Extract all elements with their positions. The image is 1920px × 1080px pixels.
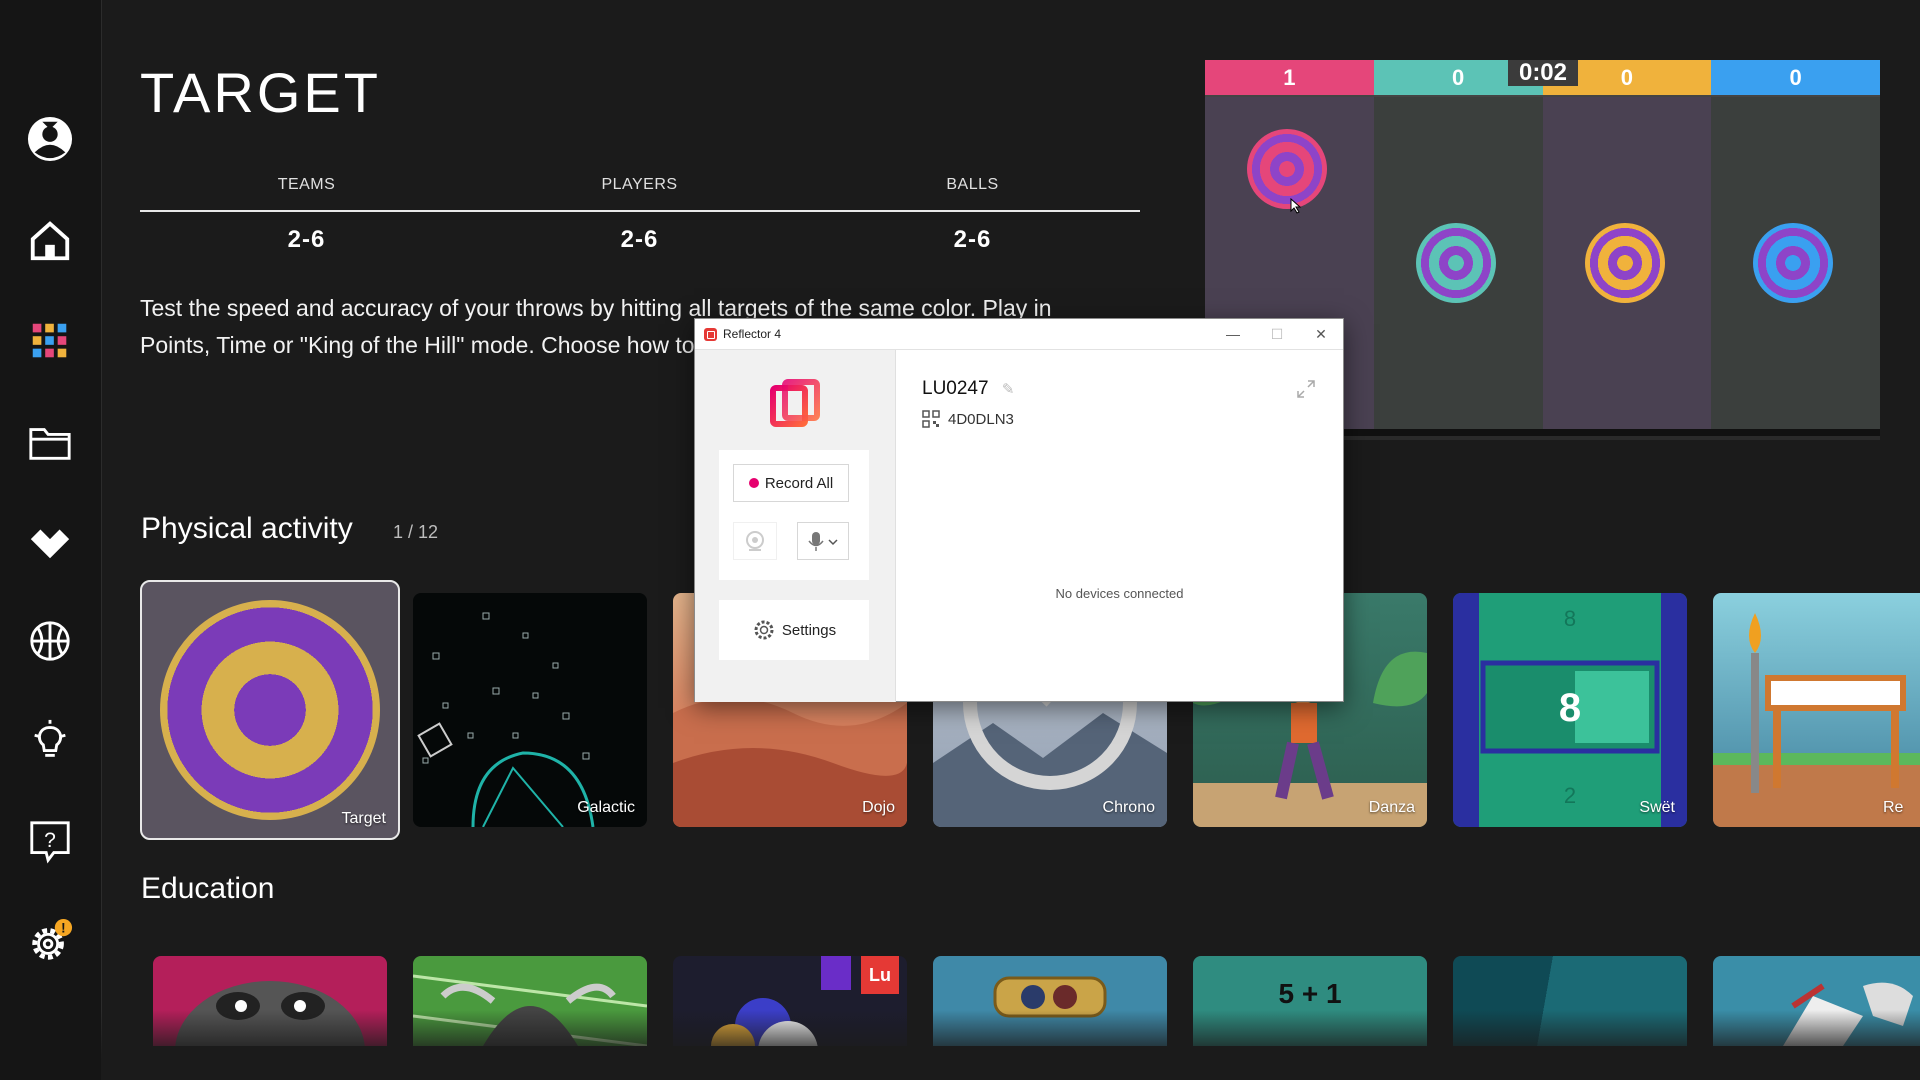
webcam-icon xyxy=(746,531,764,551)
lane-4 xyxy=(1711,97,1880,429)
device-code-row: 4D0DLN3 xyxy=(922,410,1014,428)
torch-thumbnail-icon xyxy=(1713,613,1920,827)
score-bar: 1 0 0 0 0:02 xyxy=(1205,59,1880,95)
qr-code-icon[interactable] xyxy=(922,410,940,428)
game-timer: 0:02 xyxy=(1508,59,1578,86)
no-devices-message: No devices connected xyxy=(1055,586,1184,601)
lane-2 xyxy=(1373,97,1543,429)
galactic-thumbnail-icon xyxy=(417,612,595,827)
minimize-button[interactable]: — xyxy=(1211,319,1255,349)
balls-value: 2-6 xyxy=(953,226,992,253)
ideas-nav-button[interactable] xyxy=(25,716,75,766)
basketball-icon xyxy=(30,621,70,661)
heart-icon xyxy=(30,529,70,559)
gear-icon: ! xyxy=(32,918,73,960)
education-title: Education xyxy=(141,872,275,905)
folder-nav-button[interactable] xyxy=(25,418,75,468)
balls-label: BALLS xyxy=(946,176,999,193)
apps-nav-button[interactable] xyxy=(25,316,75,366)
physical-activity-title: Physical activity xyxy=(141,512,353,545)
tile-label: Danza xyxy=(1368,799,1415,816)
sidebar: ? ! xyxy=(0,0,102,1080)
help-nav-button[interactable]: ? xyxy=(25,816,75,866)
gear-icon xyxy=(754,620,774,640)
profile-nav-button[interactable] xyxy=(25,114,75,164)
teams-label: TEAMS xyxy=(277,176,336,193)
svg-text:!: ! xyxy=(61,920,65,935)
svg-text:8: 8 xyxy=(1564,606,1576,631)
reflector-main: LU0247 ✎ 4D0DLN3 No devices connected xyxy=(896,350,1343,702)
teams-value: 2-6 xyxy=(287,226,326,253)
home-icon xyxy=(30,221,70,261)
game-tile-galactic[interactable]: Galactic xyxy=(413,593,647,827)
mouse-cursor-icon xyxy=(1290,198,1302,214)
svg-text:?: ? xyxy=(44,829,56,852)
math-equation: 5 + 1 xyxy=(1278,978,1342,1009)
reflector-app-icon xyxy=(704,327,717,341)
lane-3 xyxy=(1542,97,1712,429)
team-1-score: 1 xyxy=(1205,60,1374,95)
microphone-dropdown[interactable] xyxy=(797,522,849,560)
game-title: TARGET xyxy=(140,61,381,124)
players-value: 2-6 xyxy=(620,226,659,253)
reflector-sidebar: Record All Settings xyxy=(695,350,896,702)
target-teal xyxy=(1415,223,1496,303)
settings-nav-button[interactable]: ! xyxy=(25,916,75,966)
tile-label: Galactic xyxy=(577,799,635,816)
game-stats: TEAMS PLAYERS BALLS 2-6 2-6 2-6 xyxy=(140,176,1140,254)
svg-text:2: 2 xyxy=(1564,783,1576,808)
camera-button[interactable] xyxy=(733,522,777,560)
device-name: LU0247 ✎ xyxy=(922,378,1015,399)
physical-activity-count: 1 / 12 xyxy=(393,522,439,542)
help-icon: ? xyxy=(30,821,70,864)
reflector-settings-button[interactable]: Settings xyxy=(719,600,869,660)
reflector-logo-icon xyxy=(770,379,820,427)
tile-label: Chrono xyxy=(1102,799,1155,816)
tile-label: Swët xyxy=(1639,799,1675,816)
tile-label: Target xyxy=(341,810,386,827)
record-all-button[interactable]: Record All xyxy=(733,464,849,502)
maximize-button[interactable]: ☐ xyxy=(1255,319,1299,349)
game-tile-target[interactable]: Target xyxy=(140,580,400,840)
favorites-nav-button[interactable] xyxy=(25,516,75,566)
edit-pencil-icon[interactable]: ✎ xyxy=(1002,381,1015,398)
lu-badge: Lu xyxy=(861,956,899,994)
team-4-score: 0 xyxy=(1711,60,1880,95)
record-dot-icon xyxy=(748,478,759,488)
svg-text:8: 8 xyxy=(1559,686,1581,730)
record-all-label: Record All xyxy=(764,474,834,492)
reflector-window: Reflector 4 — ☐ ✕ Record All Settings LU… xyxy=(694,318,1344,702)
reflector-titlebar[interactable]: Reflector 4 — ☐ ✕ xyxy=(695,319,1343,350)
expand-icon[interactable] xyxy=(1297,380,1315,398)
swet-thumbnail-icon: 8 8 2 xyxy=(1453,593,1687,827)
target-thumbnail-icon xyxy=(160,600,380,820)
apps-grid-icon xyxy=(32,323,67,358)
target-blue xyxy=(1753,223,1834,303)
microphone-icon xyxy=(808,532,838,551)
reflector-title: Reflector 4 xyxy=(723,327,782,341)
settings-panel: Settings xyxy=(719,600,869,660)
tile-label: Dojo xyxy=(862,799,895,816)
folder-icon xyxy=(29,428,71,460)
record-panel: Record All xyxy=(719,450,869,580)
tile-label: Re xyxy=(1883,799,1904,816)
settings-label: Settings xyxy=(781,621,837,639)
game-tile-relay[interactable]: Re xyxy=(1713,593,1920,827)
close-button[interactable]: ✕ xyxy=(1299,319,1343,349)
device-code: 4D0DLN3 xyxy=(948,410,1014,428)
lightbulb-icon xyxy=(34,719,66,757)
game-tile-swet[interactable]: 8 8 2 Swët xyxy=(1453,593,1687,827)
home-nav-button[interactable] xyxy=(25,216,75,266)
sports-nav-button[interactable] xyxy=(25,616,75,666)
profile-icon xyxy=(27,116,73,162)
players-label: PLAYERS xyxy=(601,176,678,193)
target-pink xyxy=(1247,129,1327,209)
target-yellow xyxy=(1584,223,1665,303)
